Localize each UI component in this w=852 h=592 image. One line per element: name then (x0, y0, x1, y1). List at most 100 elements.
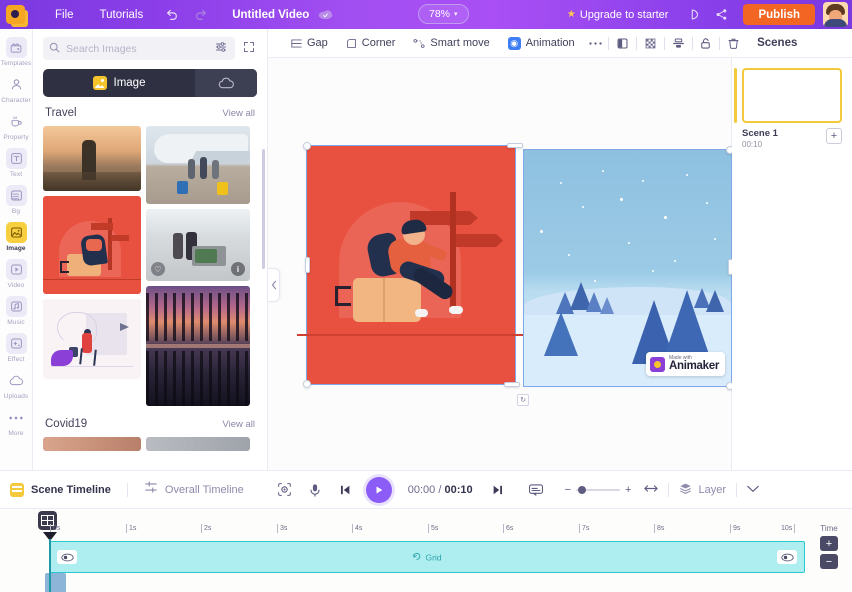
zoom-slider-track[interactable] (576, 485, 621, 494)
thumbnail-traveler-sunset[interactable] (43, 126, 141, 191)
resize-handle-top-left[interactable] (303, 142, 311, 150)
timeline-zoom-slider[interactable]: − + (565, 484, 632, 496)
share-icon[interactable] (708, 0, 734, 29)
add-scene-button[interactable]: + (826, 128, 842, 144)
delete-icon[interactable] (722, 29, 745, 58)
library-source-toggle: Image (43, 69, 257, 97)
thumb-person-shirt (86, 239, 103, 252)
sidebar-item-bg[interactable]: Bg (0, 185, 33, 215)
favorite-icon[interactable]: ♡ (151, 262, 165, 276)
thumbnail-traveler-light-illustration[interactable] (43, 299, 141, 379)
file-menu[interactable]: File (42, 0, 87, 29)
effect-icon (5, 333, 27, 354)
sidebar-item-music[interactable]: Music (0, 296, 33, 326)
visibility-icon-left[interactable] (57, 550, 77, 564)
layer-button[interactable]: Layer (679, 482, 726, 498)
canvas-area[interactable]: Made with Animaker ↻ (268, 58, 734, 470)
unlock-icon[interactable] (695, 29, 718, 58)
undo-icon[interactable] (156, 0, 186, 29)
zoom-in-icon[interactable]: + (625, 484, 631, 496)
chevron-down-icon[interactable] (747, 484, 759, 496)
corner-icon (346, 38, 357, 49)
align-icon[interactable] (667, 29, 690, 58)
thumbnail-airport-interior[interactable]: ♡ i (146, 209, 250, 281)
skip-next-icon[interactable] (483, 470, 513, 509)
info-icon[interactable]: i (231, 262, 245, 276)
more-options-icon[interactable] (584, 29, 607, 58)
thumbnail-airplane-boarding[interactable] (146, 126, 250, 204)
time-decrease-button[interactable]: − (820, 554, 838, 569)
sidebar-item-property[interactable]: Property (0, 111, 33, 141)
resize-handle-top[interactable] (507, 143, 523, 148)
scene-thumbnail[interactable] (742, 68, 842, 123)
uploads-icon (6, 370, 27, 391)
split-panel-icon[interactable] (611, 29, 634, 58)
record-icon[interactable] (270, 470, 300, 509)
collapse-panel-button[interactable] (268, 268, 280, 302)
sidebar-item-character[interactable]: Character (0, 74, 33, 104)
sidebar-item-text[interactable]: Text (0, 148, 33, 178)
search-box[interactable] (43, 37, 235, 60)
zoom-out-icon[interactable]: − (565, 484, 571, 496)
upgrade-button[interactable]: ★ Upgrade to starter (553, 9, 683, 21)
user-avatar[interactable] (823, 2, 848, 27)
thumb-plant (50, 350, 73, 367)
thumbnail-covid-1[interactable] (43, 437, 141, 451)
time-increase-button[interactable]: + (820, 536, 838, 551)
resize-handle-bottom-left[interactable] (303, 380, 311, 388)
animation-button[interactable]: ◉ Animation (499, 29, 584, 58)
document-title[interactable]: Untitled Video (232, 9, 333, 21)
sidebar-item-video[interactable]: Video (0, 259, 33, 289)
microphone-icon[interactable] (300, 470, 330, 509)
library-scrollbar[interactable] (262, 149, 265, 269)
sidebar-item-effect[interactable]: Effect (0, 333, 33, 363)
thumb-legs (79, 347, 98, 366)
view-all-link[interactable]: View all (222, 419, 255, 430)
search-input[interactable] (66, 42, 209, 55)
visibility-icon-right[interactable] (777, 550, 797, 564)
zoom-slider-knob[interactable] (578, 485, 587, 494)
thumbnail-covid-2[interactable] (146, 437, 250, 451)
tutorials-menu[interactable]: Tutorials (87, 0, 157, 29)
canvas-object-winter-background[interactable]: Made with Animaker (523, 149, 732, 387)
thumbnail-winter-lake-reflection[interactable] (146, 286, 250, 406)
gap-button[interactable]: Gap (282, 29, 337, 58)
sidebar-item-more[interactable]: More (0, 407, 33, 437)
transparency-icon[interactable] (639, 29, 662, 58)
play-button[interactable] (365, 476, 392, 503)
sidebar-item-uploads[interactable]: Uploads (0, 370, 33, 400)
search-row (33, 29, 267, 60)
expand-icon[interactable] (241, 41, 257, 56)
corner-button[interactable]: Corner (337, 29, 405, 58)
timeline-track-grid[interactable]: Grid (49, 541, 805, 573)
sidebar-item-templates[interactable]: Templates (0, 37, 33, 67)
zoom-level-selector[interactable]: 78% ▾ (418, 4, 469, 24)
canvas-object-red-travel-illustration[interactable] (297, 145, 537, 385)
scene-card[interactable]: Scene 1 00:10 + (734, 68, 842, 149)
tab-overall-timeline[interactable]: Overall Timeline (134, 480, 254, 499)
present-icon[interactable] (682, 0, 708, 29)
thumb-waterline (146, 343, 250, 349)
publish-button[interactable]: Publish (743, 4, 815, 25)
resize-handle-bottom[interactable] (504, 382, 520, 387)
filter-icon[interactable] (215, 41, 229, 56)
redo-icon[interactable] (186, 0, 216, 29)
app-logo[interactable] (0, 0, 30, 29)
view-all-link[interactable]: View all (222, 108, 255, 119)
sidebar-item-image[interactable]: Image (0, 222, 33, 252)
thumbnail-red-travel-illustration[interactable] (43, 196, 141, 294)
toggle-image-tab[interactable]: Image (43, 69, 195, 97)
rotate-handle-icon[interactable]: ↻ (517, 394, 529, 406)
timeline-ruler[interactable]: 0s 1s 2s 3s 4s 5s 6s 7s 8s 9s 10s (50, 524, 812, 538)
ruler-tick: 7s (579, 524, 589, 533)
resize-handle-left[interactable] (305, 257, 310, 273)
skip-previous-icon[interactable] (330, 470, 360, 509)
zoom-level-value: 78% (429, 8, 451, 20)
corner-label: Corner (361, 37, 396, 49)
tab-scene-timeline[interactable]: Scene Timeline (0, 482, 121, 497)
toggle-cloud-tab[interactable] (195, 69, 257, 97)
smart-move-button[interactable]: Smart move (404, 29, 498, 58)
subtitle-icon[interactable] (521, 470, 551, 509)
fit-width-icon[interactable] (644, 483, 659, 497)
animaker-watermark: Made with Animaker (645, 352, 725, 376)
